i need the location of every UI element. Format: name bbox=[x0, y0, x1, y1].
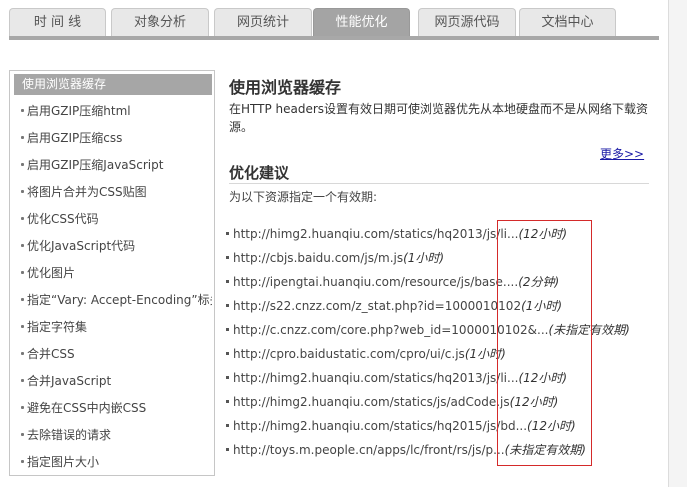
sidebar-item-label: 优化JavaScript代码 bbox=[27, 239, 136, 253]
suggestions-heading: 优化建议 bbox=[229, 164, 290, 182]
page-title: 使用浏览器缓存 bbox=[229, 78, 342, 97]
resource-url[interactable]: http://toys.m.people.cn/apps/lc/front/rs… bbox=[233, 443, 505, 457]
bullet-icon bbox=[226, 352, 229, 355]
resource-url[interactable]: http://himg2.huanqiu.com/statics/hq2013/… bbox=[233, 371, 518, 385]
expiry-highlight-box bbox=[497, 220, 592, 466]
sidebar-item-label: 指定图片大小 bbox=[27, 455, 100, 469]
sidebar-item-gzip-js[interactable]: 启用GZIP压缩JavaScript bbox=[14, 155, 212, 176]
bullet-icon bbox=[21, 325, 24, 328]
sidebar-item-label: 合并CSS bbox=[27, 347, 75, 361]
bullet-icon bbox=[226, 424, 229, 427]
resource-url[interactable]: http://himg2.huanqiu.com/statics/hq2013/… bbox=[233, 227, 518, 241]
page-scrollbar[interactable] bbox=[668, 0, 687, 487]
tab-bar-divider bbox=[9, 36, 659, 40]
bullet-icon bbox=[226, 448, 229, 451]
sidebar-item-optimize-js[interactable]: 优化JavaScript代码 bbox=[14, 236, 212, 257]
resource-url[interactable]: http://ipengtai.huanqiu.com/resource/js/… bbox=[233, 275, 518, 289]
sidebar-item-label: 合并JavaScript bbox=[27, 374, 112, 388]
bullet-icon bbox=[21, 190, 24, 193]
resource-url[interactable]: http://cpro.baidustatic.com/cpro/ui/c.js bbox=[233, 347, 465, 361]
bullet-icon bbox=[226, 328, 229, 331]
sidebar-item-label: 去除错误的请求 bbox=[27, 428, 112, 442]
sidebar-item-charset[interactable]: 指定字符集 bbox=[14, 317, 212, 338]
sidebar-item-label: 优化CSS代码 bbox=[27, 212, 99, 226]
section-description: 在HTTP headers设置有效日期可使浏览器优先从本地硬盘而不是从网络下载资… bbox=[229, 102, 649, 134]
bullet-icon bbox=[21, 433, 24, 436]
bullet-icon bbox=[226, 232, 229, 235]
sidebar-item-label: 使用浏览器缓存 bbox=[22, 77, 107, 91]
resource-url[interactable]: http://s22.cnzz.com/z_stat.php?id=100001… bbox=[233, 299, 521, 313]
more-link[interactable]: 更多>> bbox=[600, 145, 644, 162]
tab-object-analysis[interactable]: 对象分析 bbox=[111, 8, 209, 36]
tab-page-stats[interactable]: 网页统计 bbox=[214, 8, 312, 36]
sidebar-item-merge-css[interactable]: 合并CSS bbox=[14, 344, 212, 365]
tab-performance[interactable]: 性能优化 bbox=[313, 8, 410, 36]
bullet-icon bbox=[21, 298, 24, 301]
sidebar-item-label: 指定“Vary: Accept-Encoding”标头 bbox=[27, 293, 212, 307]
sidebar: 使用浏览器缓存 启用GZIP压缩html 启用GZIP压缩css 启用GZIP压… bbox=[9, 70, 215, 476]
sidebar-item-vary-header[interactable]: 指定“Vary: Accept-Encoding”标头 bbox=[14, 290, 212, 311]
suggestions-intro: 为以下资源指定一个有效期: bbox=[229, 190, 378, 204]
list-item: http://cpro.baidustatic.com/cpro/ui/c.js… bbox=[226, 344, 506, 364]
sidebar-item-label: 避免在CSS中内嵌CSS bbox=[27, 401, 147, 415]
resource-url[interactable]: http://cbjs.baidu.com/js/m.js bbox=[233, 251, 403, 265]
list-item: http://cbjs.baidu.com/js/m.js(1小时) bbox=[226, 248, 444, 268]
tab-docs[interactable]: 文档中心 bbox=[519, 8, 616, 36]
bullet-icon bbox=[21, 163, 24, 166]
sidebar-item-label: 优化图片 bbox=[27, 266, 76, 280]
resource-url[interactable]: http://himg2.huanqiu.com/statics/hq2015/… bbox=[233, 419, 527, 433]
bullet-icon bbox=[226, 304, 229, 307]
resource-expiry: (1小时) bbox=[403, 251, 445, 265]
sidebar-item-avoid-css-import[interactable]: 避免在CSS中内嵌CSS bbox=[14, 398, 212, 419]
sidebar-item-label: 启用GZIP压缩JavaScript bbox=[27, 158, 164, 172]
bullet-icon bbox=[226, 376, 229, 379]
tab-page-source[interactable]: 网页源代码 bbox=[418, 8, 516, 36]
sidebar-item-label: 指定字符集 bbox=[27, 320, 88, 334]
bullet-icon bbox=[21, 406, 24, 409]
tab-timeline[interactable]: 时 间 线 bbox=[9, 8, 106, 36]
resource-url[interactable]: http://himg2.huanqiu.com/statics/js/adCo… bbox=[233, 395, 510, 409]
sidebar-item-label: 启用GZIP压缩css bbox=[27, 131, 123, 145]
bullet-icon bbox=[21, 271, 24, 274]
bullet-icon bbox=[21, 244, 24, 247]
bullet-icon bbox=[21, 109, 24, 112]
bullet-icon bbox=[21, 460, 24, 463]
sidebar-item-image-size[interactable]: 指定图片大小 bbox=[14, 452, 212, 473]
bullet-icon bbox=[21, 217, 24, 220]
sidebar-item-css-sprites[interactable]: 将图片合并为CSS贴图 bbox=[14, 182, 212, 203]
sidebar-item-label: 将图片合并为CSS贴图 bbox=[27, 185, 147, 199]
sidebar-item-optimize-css[interactable]: 优化CSS代码 bbox=[14, 209, 212, 230]
bullet-icon bbox=[226, 280, 229, 283]
sidebar-item-browser-cache[interactable]: 使用浏览器缓存 bbox=[14, 74, 212, 95]
sidebar-item-bad-requests[interactable]: 去除错误的请求 bbox=[14, 425, 212, 446]
sidebar-item-gzip-html[interactable]: 启用GZIP压缩html bbox=[14, 101, 212, 122]
bullet-icon bbox=[21, 352, 24, 355]
sidebar-item-label: 启用GZIP压缩html bbox=[27, 104, 131, 118]
sidebar-item-merge-js[interactable]: 合并JavaScript bbox=[14, 371, 212, 392]
sidebar-item-gzip-css[interactable]: 启用GZIP压缩css bbox=[14, 128, 212, 149]
heading-divider bbox=[229, 183, 649, 184]
sidebar-item-optimize-images[interactable]: 优化图片 bbox=[14, 263, 212, 284]
bullet-icon bbox=[21, 136, 24, 139]
bullet-icon bbox=[226, 256, 229, 259]
bullet-icon bbox=[21, 379, 24, 382]
bullet-icon bbox=[226, 400, 229, 403]
